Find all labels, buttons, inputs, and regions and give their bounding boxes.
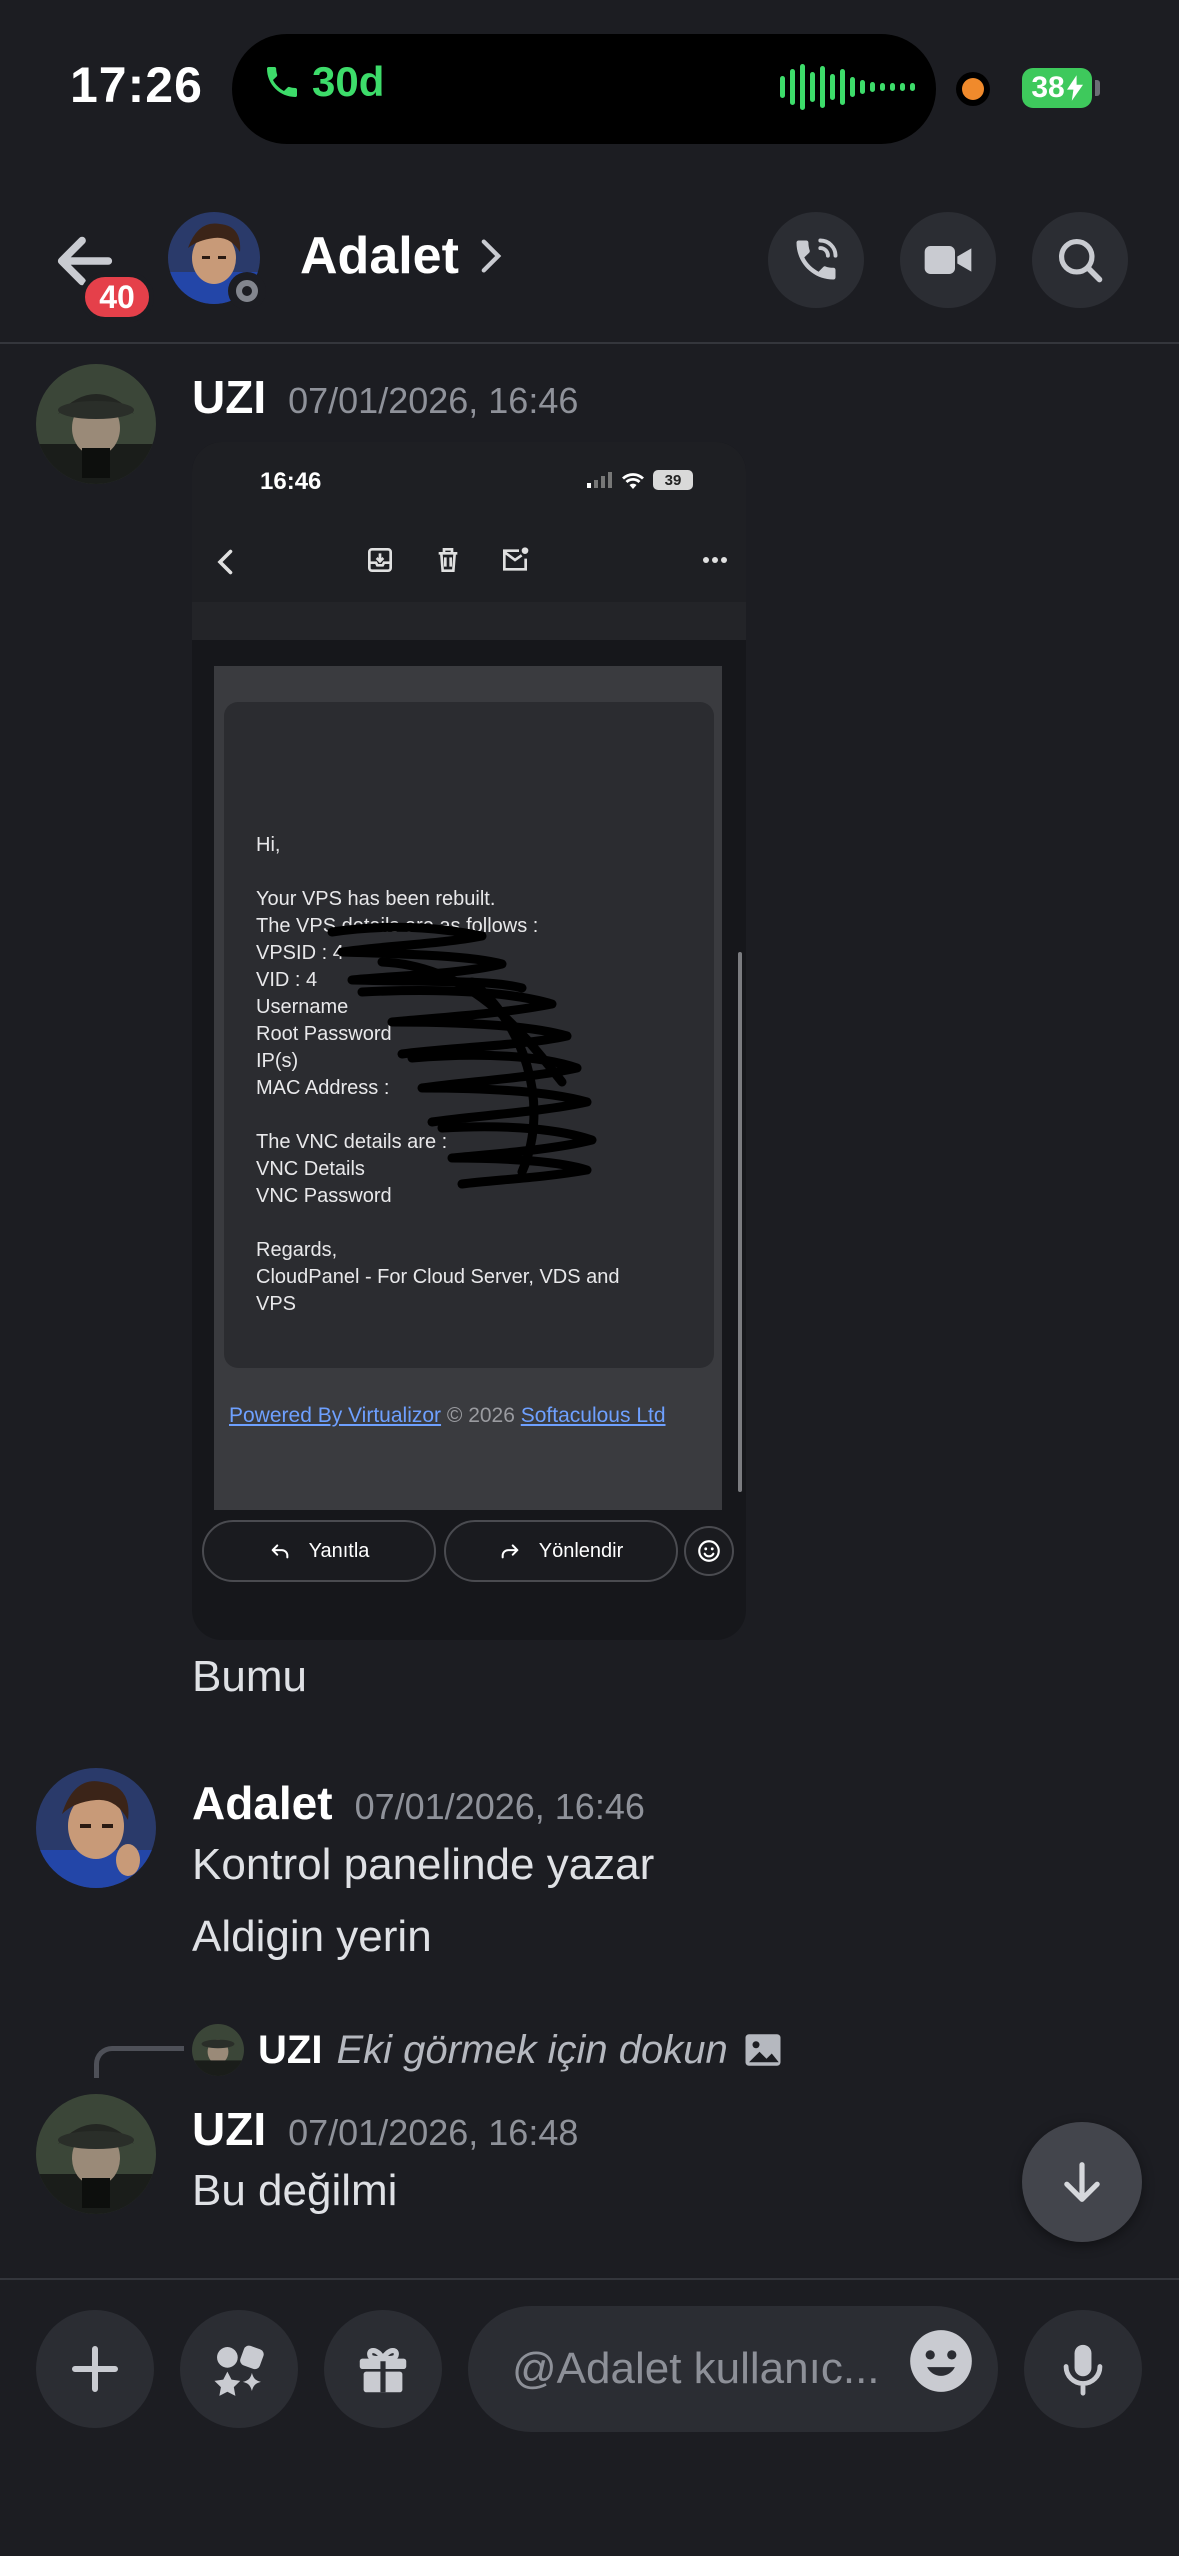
video-call-button[interactable] bbox=[900, 212, 996, 308]
apps-sparkle-icon bbox=[214, 2345, 264, 2396]
email-line: CloudPanel - For Cloud Server, VDS and bbox=[256, 1266, 620, 1288]
reply-reference[interactable]: UZI Eki görmek için dokun bbox=[192, 2024, 784, 2076]
phone-icon bbox=[267, 67, 297, 97]
gift-button[interactable] bbox=[324, 2310, 442, 2428]
message-author[interactable]: UZI bbox=[192, 370, 266, 424]
email-line: Regards, bbox=[256, 1239, 338, 1261]
message-text: Bumu bbox=[192, 1652, 307, 1701]
reply-avatar bbox=[192, 2024, 244, 2076]
signal-icon bbox=[587, 472, 612, 488]
message-author[interactable]: Adalet bbox=[192, 1776, 333, 1830]
message-author[interactable]: UZI bbox=[192, 2102, 266, 2156]
attachment-emoji-button[interactable] bbox=[684, 1526, 734, 1576]
attachment-status-icons: 39 bbox=[587, 470, 693, 490]
chevron-right-icon bbox=[481, 239, 502, 273]
uzi-avatar[interactable] bbox=[36, 364, 156, 484]
email-line: VPS bbox=[256, 1293, 297, 1315]
email-line: Your VPS has been rebuilt. bbox=[256, 888, 496, 910]
header-divider bbox=[0, 342, 1179, 344]
apps-button[interactable] bbox=[180, 2310, 298, 2428]
emoji-button[interactable] bbox=[904, 2324, 978, 2398]
message-timestamp: 07/01/2026, 16:46 bbox=[288, 380, 579, 421]
chevron-left-icon bbox=[217, 549, 233, 575]
add-attachment-button[interactable] bbox=[36, 2310, 154, 2428]
voice-message-button[interactable] bbox=[1024, 2310, 1142, 2428]
composer-divider bbox=[0, 2278, 1179, 2280]
attachment-scrollbar bbox=[738, 952, 742, 1492]
phone-call-icon bbox=[796, 238, 838, 280]
smiley-icon bbox=[698, 1540, 720, 1562]
reply-arrow-icon bbox=[271, 1544, 288, 1559]
message-header: UZI 07/01/2026, 16:48 bbox=[192, 2102, 578, 2156]
presence-status-icon bbox=[228, 272, 266, 310]
forward-arrow-icon bbox=[501, 1544, 519, 1559]
call-duration: 30d bbox=[312, 58, 385, 105]
archive-icon bbox=[368, 548, 392, 572]
more-options-icon bbox=[703, 557, 727, 563]
emoji-smiley-icon bbox=[910, 2330, 972, 2392]
email-footer: Powered By Virtualizor © 2026 Softaculou… bbox=[229, 1404, 666, 1428]
charging-bolt-icon bbox=[1066, 75, 1083, 101]
attachment-status-bar bbox=[192, 442, 746, 602]
video-camera-icon bbox=[924, 246, 972, 274]
mark-unread-icon bbox=[503, 547, 529, 571]
message-timestamp: 07/01/2026, 16:48 bbox=[288, 2112, 579, 2153]
call-indicator[interactable]: 30d bbox=[262, 58, 384, 106]
microphone-icon bbox=[1063, 2344, 1103, 2396]
virtualizor-link[interactable]: Powered By Virtualizor bbox=[229, 1404, 441, 1427]
battery-cap bbox=[1095, 80, 1100, 96]
battery-level: 38 bbox=[1031, 71, 1065, 104]
plus-icon bbox=[72, 2346, 118, 2392]
footer-copyright: © 2026 bbox=[441, 1404, 521, 1427]
contact-name: Adalet bbox=[300, 227, 459, 285]
forward-button[interactable]: Yönlendir bbox=[444, 1520, 678, 1582]
reply-preview-text: Eki görmek için dokun bbox=[336, 2027, 728, 2072]
reply-connector bbox=[94, 2046, 184, 2078]
adalet-avatar[interactable] bbox=[36, 1768, 156, 1888]
jump-to-present-button[interactable] bbox=[1022, 2122, 1142, 2242]
search-icon bbox=[1058, 238, 1103, 283]
email-line bbox=[256, 859, 620, 886]
status-time: 17:26 bbox=[70, 57, 203, 113]
redaction-scribble bbox=[327, 922, 597, 1189]
reply-button[interactable]: Yanıtla bbox=[202, 1520, 436, 1582]
audio-waveform-icon bbox=[780, 62, 915, 112]
email-line: Hi, bbox=[256, 834, 281, 856]
message-text: Kontrol panelinde yazar bbox=[192, 1840, 655, 1889]
attachment-phone-time: 16:46 bbox=[260, 468, 322, 495]
battery-indicator: 38 bbox=[1022, 68, 1092, 108]
privacy-indicator-dot bbox=[962, 78, 984, 100]
message-header: Adalet 07/01/2026, 16:46 bbox=[192, 1776, 645, 1830]
message-timestamp: 07/01/2026, 16:46 bbox=[354, 1786, 645, 1827]
search-button[interactable] bbox=[1032, 212, 1128, 308]
uzi-avatar[interactable] bbox=[36, 2094, 156, 2214]
trash-icon bbox=[438, 548, 458, 572]
message-text: Bu değilmi bbox=[192, 2166, 398, 2215]
reply-label: Yanıtla bbox=[308, 1539, 370, 1562]
image-icon bbox=[745, 2034, 781, 2066]
contact-name-button[interactable]: Adalet bbox=[300, 226, 503, 286]
reply-author: UZI bbox=[258, 2027, 323, 2072]
unread-badge: 40 bbox=[80, 272, 154, 322]
message-text: Aldigin yerin bbox=[192, 1912, 432, 1961]
wifi-icon bbox=[622, 473, 644, 489]
message-header: UZI 07/01/2026, 16:46 bbox=[192, 370, 578, 424]
attachment-battery: 39 bbox=[653, 470, 693, 490]
gift-icon bbox=[359, 2348, 407, 2393]
softaculous-link[interactable]: Softaculous Ltd bbox=[521, 1404, 666, 1427]
voice-call-button[interactable] bbox=[768, 212, 864, 308]
message-input-placeholder: @Adalet kullanıc... bbox=[512, 2344, 880, 2393]
attachment-band bbox=[192, 602, 746, 640]
arrow-down-icon bbox=[1064, 2162, 1100, 2202]
forward-label: Yönlendir bbox=[538, 1539, 624, 1562]
image-attachment[interactable]: 16:46 39 Hi, Your VPS has been rebuilt. Th… bbox=[192, 442, 746, 1640]
